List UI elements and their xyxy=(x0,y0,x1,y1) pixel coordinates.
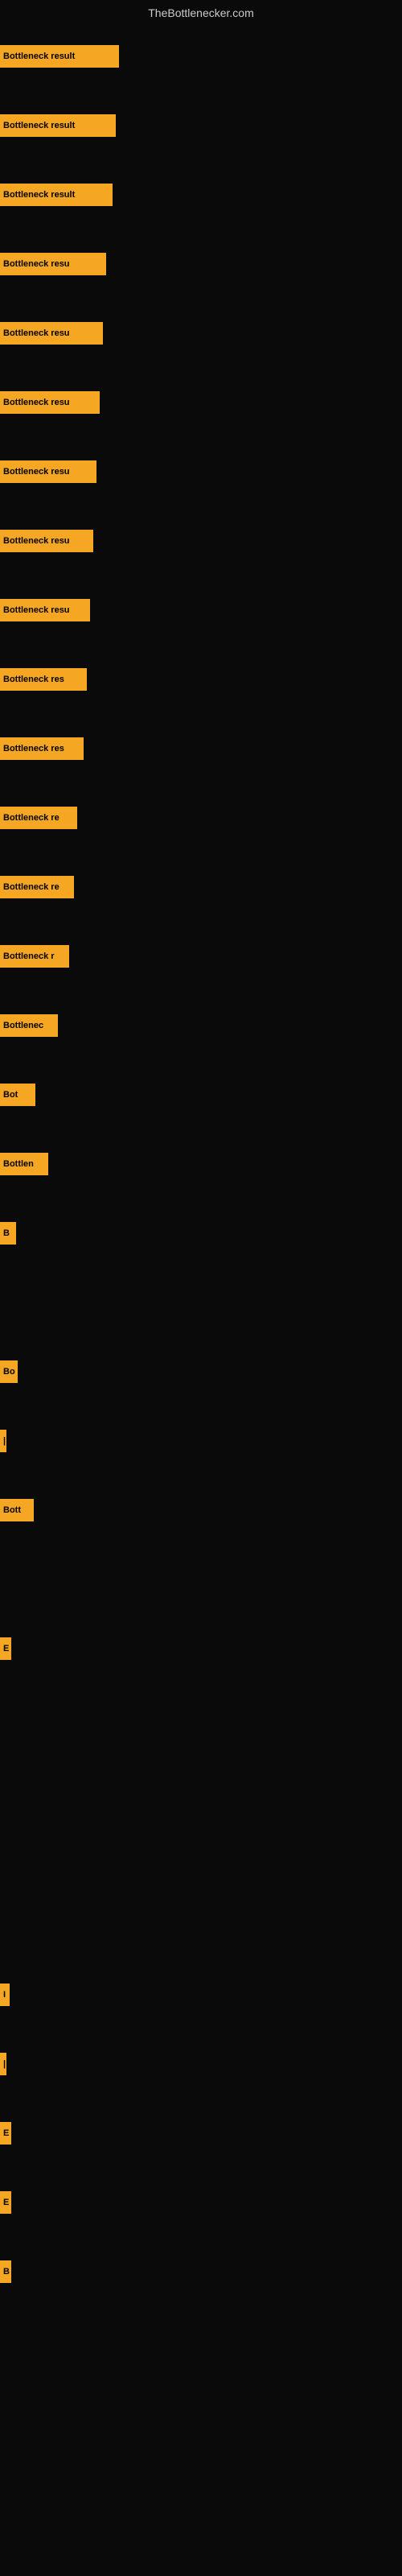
bottleneck-bar-label-16: Bottlen xyxy=(3,1159,34,1169)
bottleneck-bar-19: | xyxy=(0,1430,6,1452)
bottleneck-bar-label-1: Bottleneck result xyxy=(3,121,75,130)
bottleneck-bar-label-19: | xyxy=(3,1436,6,1446)
bottleneck-bar-1: Bottleneck result xyxy=(0,114,116,137)
bottleneck-bar-14: Bottlenec xyxy=(0,1014,58,1037)
bottleneck-bar-10: Bottleneck res xyxy=(0,737,84,760)
bottleneck-bar-2: Bottleneck result xyxy=(0,184,113,206)
bottleneck-bar-label-5: Bottleneck resu xyxy=(3,398,70,407)
bottleneck-bar-24: E xyxy=(0,2122,11,2145)
bottleneck-bar-20: Bott xyxy=(0,1499,34,1521)
bottleneck-bar-15: Bot xyxy=(0,1084,35,1106)
bottleneck-bar-label-21: E xyxy=(3,1644,9,1653)
bottleneck-bar-label-26: B xyxy=(3,2267,10,2277)
bottleneck-bar-13: Bottleneck r xyxy=(0,945,69,968)
bottleneck-bar-21: E xyxy=(0,1637,11,1660)
bottleneck-bar-6: Bottleneck resu xyxy=(0,460,96,483)
bottleneck-bar-label-9: Bottleneck res xyxy=(3,675,64,684)
bottleneck-bar-label-18: Bo xyxy=(3,1367,15,1377)
bottleneck-bar-label-23: | xyxy=(3,2059,6,2069)
bottleneck-bar-label-12: Bottleneck re xyxy=(3,882,59,892)
bottleneck-bar-17: B xyxy=(0,1222,16,1245)
bottleneck-bar-label-6: Bottleneck resu xyxy=(3,467,70,477)
bottleneck-bar-label-10: Bottleneck res xyxy=(3,744,64,753)
bottleneck-bar-23: | xyxy=(0,2053,6,2075)
bottleneck-bar-label-14: Bottlenec xyxy=(3,1021,43,1030)
bottleneck-bar-12: Bottleneck re xyxy=(0,876,74,898)
bottleneck-bar-25: E xyxy=(0,2191,11,2214)
bottleneck-bar-3: Bottleneck resu xyxy=(0,253,106,275)
site-title: TheBottlenecker.com xyxy=(0,0,402,23)
bottleneck-bar-11: Bottleneck re xyxy=(0,807,77,829)
bottleneck-bar-18: Bo xyxy=(0,1360,18,1383)
bottleneck-bar-label-17: B xyxy=(3,1228,10,1238)
bottleneck-bar-7: Bottleneck resu xyxy=(0,530,93,552)
bottleneck-bar-5: Bottleneck resu xyxy=(0,391,100,414)
bottleneck-bar-label-11: Bottleneck re xyxy=(3,813,59,823)
bottleneck-bar-label-15: Bot xyxy=(3,1090,18,1100)
bottleneck-bar-0: Bottleneck result xyxy=(0,45,119,68)
bottleneck-bar-label-8: Bottleneck resu xyxy=(3,605,70,615)
bottleneck-bar-9: Bottleneck res xyxy=(0,668,87,691)
bottleneck-bar-label-13: Bottleneck r xyxy=(3,952,55,961)
bottleneck-bar-label-22: I xyxy=(3,1990,6,2000)
bottleneck-bar-22: I xyxy=(0,1984,10,2006)
bottleneck-bar-label-25: E xyxy=(3,2198,9,2207)
bottleneck-bar-label-4: Bottleneck resu xyxy=(3,328,70,338)
bottleneck-bar-label-2: Bottleneck result xyxy=(3,190,75,200)
bottleneck-bar-16: Bottlen xyxy=(0,1153,48,1175)
bottleneck-bar-8: Bottleneck resu xyxy=(0,599,90,621)
bottleneck-bar-label-7: Bottleneck resu xyxy=(3,536,70,546)
bottleneck-bar-label-24: E xyxy=(3,2128,9,2138)
bottleneck-bar-label-20: Bott xyxy=(3,1505,21,1515)
bottleneck-bar-label-0: Bottleneck result xyxy=(3,52,75,61)
bottleneck-bar-26: B xyxy=(0,2260,11,2283)
bottleneck-bar-4: Bottleneck resu xyxy=(0,322,103,345)
bottleneck-bar-label-3: Bottleneck resu xyxy=(3,259,70,269)
